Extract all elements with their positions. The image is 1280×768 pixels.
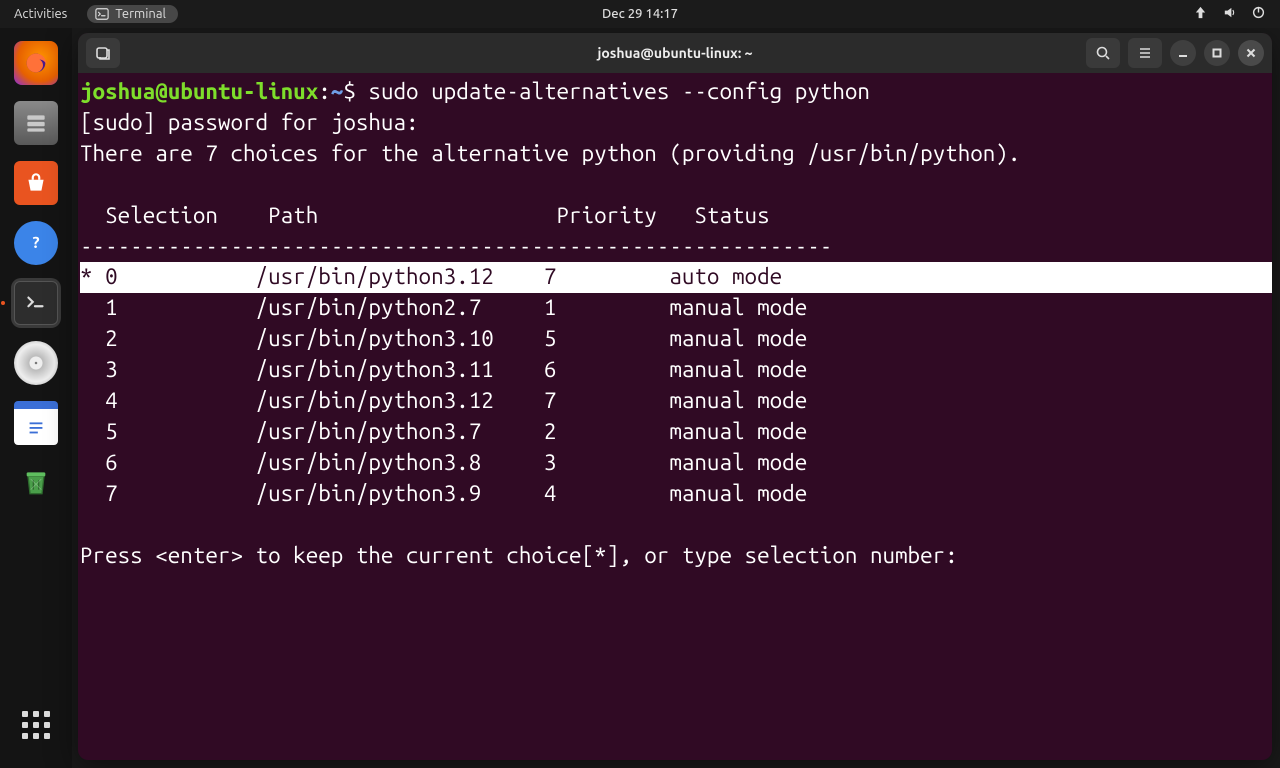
footer-prompt: Press <enter> to keep the current choice… [80, 541, 1272, 572]
dock-app-firefox[interactable] [11, 38, 61, 88]
terminal-window: joshua@ubuntu-linux: ~ joshua@ubuntu-lin… [78, 33, 1272, 760]
dock-app-terminal[interactable] [11, 278, 61, 328]
terminal-icon [95, 7, 109, 21]
terminal-body[interactable]: joshua@ubuntu-linux:~$ sudo update-alter… [78, 73, 1272, 760]
minimize-icon [1177, 47, 1189, 59]
close-icon [1245, 47, 1257, 59]
close-button[interactable] [1238, 40, 1264, 66]
prompt-path: ~ [331, 79, 344, 104]
show-apps-button[interactable] [11, 700, 61, 750]
clock[interactable]: Dec 29 14:17 [602, 7, 678, 21]
table-divider: ----------------------------------------… [80, 232, 1272, 263]
network-icon[interactable] [1193, 5, 1208, 23]
table-row: * 0 /usr/bin/python3.12 7 auto mode [80, 262, 1272, 293]
trash-icon [20, 467, 52, 499]
table-row: 4 /usr/bin/python3.12 7 manual mode [80, 386, 1272, 417]
table-row: 5 /usr/bin/python3.7 2 manual mode [80, 417, 1272, 448]
minimize-button[interactable] [1170, 40, 1196, 66]
intro-line: There are 7 choices for the alternative … [80, 139, 1272, 170]
gnome-topbar: Activities Terminal Dec 29 14:17 [0, 0, 1280, 28]
table-row: 6 /usr/bin/python3.8 3 manual mode [80, 448, 1272, 479]
search-button[interactable] [1086, 38, 1120, 68]
maximize-icon [1211, 47, 1223, 59]
hamburger-icon [1137, 45, 1153, 61]
terminal-app-icon [23, 290, 49, 316]
prompt-sep: : [318, 79, 331, 104]
app-menu-button[interactable]: Terminal [87, 5, 178, 23]
apps-grid-icon [22, 711, 50, 739]
menu-button[interactable] [1128, 38, 1162, 68]
window-title: joshua@ubuntu-linux: ~ [597, 45, 752, 61]
dock-app-text-editor[interactable] [11, 398, 61, 448]
activities-button[interactable]: Activities [0, 7, 81, 21]
sudo-prompt: [sudo] password for joshua: [80, 108, 1272, 139]
disk-icon [31, 358, 41, 368]
dock-app-trash[interactable] [11, 458, 61, 508]
dock-app-files[interactable] [11, 98, 61, 148]
new-tab-button[interactable] [86, 38, 120, 68]
table-row: 3 /usr/bin/python3.11 6 manual mode [80, 355, 1272, 386]
firefox-icon [22, 49, 50, 77]
app-menu-label: Terminal [115, 7, 166, 21]
svg-text:?: ? [32, 234, 39, 252]
text-editor-icon [25, 416, 47, 438]
software-icon [23, 170, 49, 196]
volume-icon[interactable] [1222, 5, 1237, 23]
command-text: sudo update-alternatives --config python [368, 79, 870, 104]
help-icon: ? [24, 231, 48, 255]
power-icon[interactable] [1251, 5, 1266, 23]
table-row: 1 /usr/bin/python2.7 1 manual mode [80, 293, 1272, 324]
titlebar: joshua@ubuntu-linux: ~ [78, 33, 1272, 73]
dock-app-disks[interactable] [11, 338, 61, 388]
maximize-button[interactable] [1204, 40, 1230, 66]
files-icon [23, 110, 49, 136]
table-header: Selection Path Priority Status [80, 201, 1272, 232]
table-row: 7 /usr/bin/python3.9 4 manual mode [80, 479, 1272, 510]
prompt-end: $ [343, 79, 368, 104]
dock-app-help[interactable]: ? [11, 218, 61, 268]
prompt-user-host: joshua@ubuntu-linux [80, 79, 318, 104]
search-icon [1095, 45, 1111, 61]
dock: ? [0, 28, 72, 768]
table-row: 2 /usr/bin/python3.10 5 manual mode [80, 324, 1272, 355]
dock-app-software[interactable] [11, 158, 61, 208]
